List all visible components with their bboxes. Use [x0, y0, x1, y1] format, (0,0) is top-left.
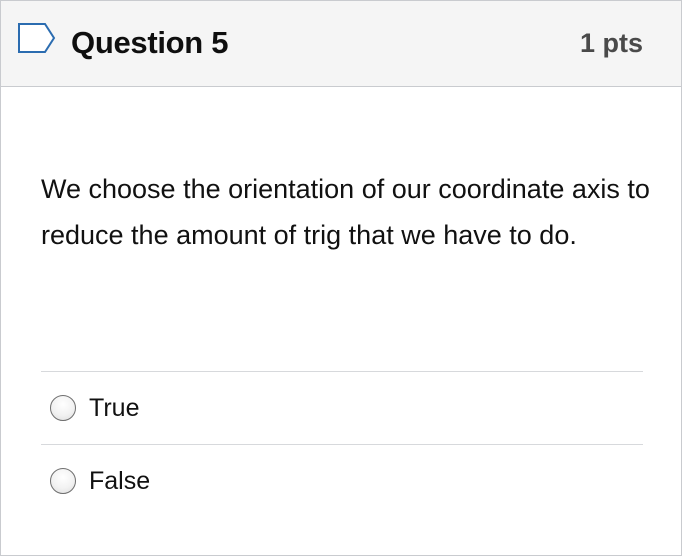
radio-button-true[interactable] — [50, 395, 76, 421]
answer-label-false: False — [89, 466, 151, 495]
answer-list: True False — [41, 371, 643, 517]
question-points: 1 pts — [579, 28, 643, 58]
question-text: We choose the orientation of our coordin… — [41, 174, 650, 250]
question-title: Question 5 — [71, 25, 229, 60]
flag-outline-icon[interactable] — [17, 22, 57, 54]
answer-label-true: True — [89, 393, 140, 422]
question-header: Question 5 1 pts — [1, 1, 681, 87]
answer-option-true[interactable]: True — [41, 371, 643, 444]
answer-option-false[interactable]: False — [41, 444, 643, 517]
question-card: Question 5 1 pts We choose the orientati… — [0, 0, 682, 556]
radio-button-false[interactable] — [50, 468, 76, 494]
